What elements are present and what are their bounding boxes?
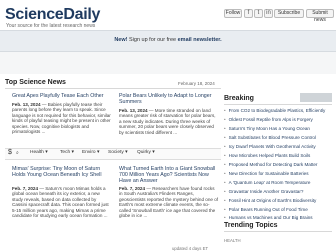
bullet-icon: • bbox=[224, 153, 226, 158]
nav-society[interactable]: Society ▾ bbox=[108, 150, 127, 155]
breaking-item[interactable]: • From CO2 to Biodegradable Plastics, Eff… bbox=[224, 108, 332, 113]
nav-health[interactable]: Health ▾ bbox=[30, 150, 48, 155]
subscribe-button[interactable]: Subscribe bbox=[274, 9, 304, 18]
divider bbox=[224, 104, 332, 105]
breaking-item[interactable]: • Polar Bears Running Out of Food Time bbox=[224, 207, 332, 212]
twitter-icon[interactable]: t bbox=[254, 9, 263, 18]
bullet-icon: • bbox=[224, 126, 226, 131]
site-logo[interactable]: ScienceDaily bbox=[5, 6, 100, 24]
bullet-icon: • bbox=[224, 189, 226, 194]
bullet-icon: • bbox=[224, 198, 226, 203]
breaking-item[interactable]: • How Microbes Helped Plants Build Soils bbox=[224, 153, 332, 158]
facebook-icon[interactable]: f bbox=[244, 9, 253, 18]
story-headline[interactable]: Polar Bears Unlikely to Adapt to Longer … bbox=[119, 93, 219, 105]
story-date: Feb. 13, 2024 bbox=[119, 108, 148, 113]
story-headline[interactable]: Mimas' Surprise: Tiny Moon of Saturn Hol… bbox=[12, 166, 112, 178]
breaking-item[interactable]: • Salt Substitutes for Blood Pressure Con… bbox=[224, 135, 332, 140]
breaking-item[interactable]: • Gravastar Inside Another Gravastar? bbox=[224, 189, 332, 194]
divider bbox=[224, 231, 332, 232]
submit-news-button[interactable]: Submit news bbox=[306, 9, 334, 23]
top-news-title: Top Science News bbox=[5, 79, 66, 86]
newsletter-text: Sign up for our free bbox=[129, 37, 177, 43]
follow-button[interactable]: Follow bbox=[224, 9, 242, 18]
newsletter-link[interactable]: email newsletter. bbox=[178, 37, 222, 43]
nav-tech[interactable]: Tech ▾ bbox=[60, 150, 74, 155]
newsletter-promo: New! Sign up for our free email newslett… bbox=[0, 37, 336, 43]
bullet-icon: • bbox=[224, 215, 226, 220]
breaking-item[interactable]: • Oldest Fossil Reptile from Alps is Forg… bbox=[224, 117, 332, 122]
story-text: Babies playfully tease their parents lon… bbox=[12, 102, 111, 135]
story-summary: Feb. 7, 2024 — Saturn's moon Mimas holds… bbox=[12, 186, 109, 219]
linkedin-icon[interactable]: in bbox=[264, 9, 273, 18]
breaking-item[interactable]: • Proposed Method for Detecting Dark Matt… bbox=[224, 162, 332, 167]
story-date: Feb. 13, 2024 bbox=[12, 102, 41, 107]
newsletter-new-label: New! bbox=[114, 37, 128, 43]
bullet-icon: • bbox=[224, 162, 226, 167]
dollar-icon[interactable]: $ bbox=[8, 149, 12, 156]
nav-quirky[interactable]: Quirky ▾ bbox=[137, 150, 155, 155]
breaking-item[interactable]: • Fossil Hint at Origins of Earth's Biodi… bbox=[224, 198, 332, 203]
ad-banner bbox=[0, 52, 336, 74]
divider bbox=[5, 88, 221, 89]
breaking-thumbnail bbox=[300, 93, 332, 102]
bullet-icon: • bbox=[224, 171, 226, 176]
story-date: Feb. 7, 2024 bbox=[119, 186, 146, 191]
trending-health-label[interactable]: HEALTH bbox=[224, 238, 241, 243]
story-date: Feb. 7, 2024 bbox=[12, 186, 39, 191]
story-text: Researchers have found rocks in South Au… bbox=[119, 186, 219, 219]
breaking-item[interactable]: • Humans vs Machines and Our Big Brains bbox=[224, 215, 332, 220]
breaking-title: Breaking bbox=[224, 95, 254, 102]
updated-note: updated 4 days ET bbox=[172, 246, 209, 251]
story-text: Saturn's moon Mimas holds a global ocean… bbox=[12, 186, 109, 219]
story-summary: Feb. 7, 2024 — Researchers have found ro… bbox=[119, 186, 219, 219]
story-headline[interactable]: What Turned Earth Into a Giant Snowball … bbox=[119, 166, 219, 185]
story-summary: Feb. 13, 2024 — Babies playfully tease t… bbox=[12, 102, 111, 135]
site-tagline: Your source for the latest research news bbox=[6, 23, 96, 29]
bullet-icon: • bbox=[224, 180, 226, 185]
breaking-item[interactable]: • New Direction for Sustainable Batteries bbox=[224, 171, 332, 176]
story-summary: Feb. 13, 2024 — More time stranded on la… bbox=[119, 108, 216, 135]
bullet-icon: • bbox=[224, 144, 226, 149]
bullet-icon: • bbox=[224, 108, 226, 113]
trending-title: Trending Topics bbox=[224, 222, 278, 229]
top-news-date: February 18, 2024 bbox=[178, 81, 215, 86]
search-icon[interactable]: ⌕ bbox=[16, 150, 19, 156]
bullet-icon: • bbox=[224, 135, 226, 140]
bullet-icon: • bbox=[224, 117, 226, 122]
bullet-icon: • bbox=[224, 207, 226, 212]
nav-enviro[interactable]: Enviro ▾ bbox=[82, 150, 99, 155]
story-headline[interactable]: Great Apes Playfully Tease Each Other bbox=[12, 93, 112, 99]
breaking-item[interactable]: • Saturn's Tiny Moon Has a Young Ocean bbox=[224, 126, 332, 131]
breaking-item[interactable]: • A 'Quantum Leap' at Room Temperature bbox=[224, 180, 332, 185]
breaking-item[interactable]: • Icy Dwarf Planets With Geothermal Activ… bbox=[224, 144, 332, 149]
